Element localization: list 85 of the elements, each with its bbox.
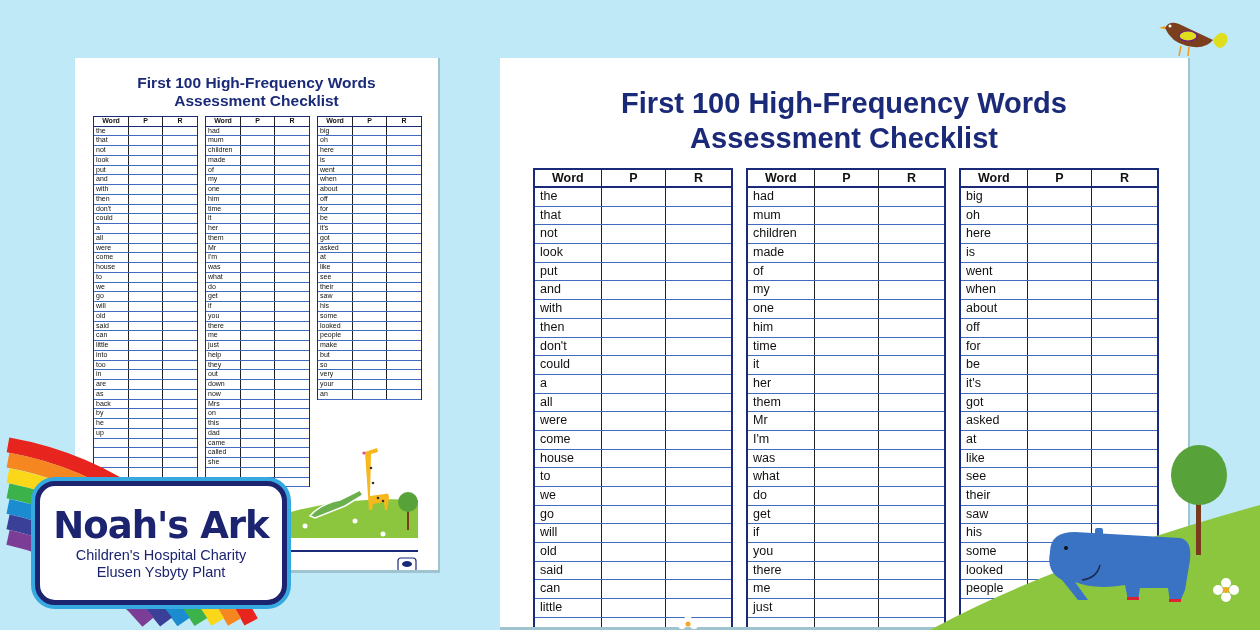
- table-cell: them: [748, 393, 815, 412]
- table-cell: saw: [961, 505, 1028, 524]
- table-cell: not: [535, 225, 602, 244]
- table-cell: got: [961, 393, 1028, 412]
- table-cell: and: [535, 281, 602, 300]
- table-cell: could: [535, 356, 602, 374]
- table-cell: you: [748, 543, 815, 561]
- table-cell: be: [961, 356, 1028, 374]
- table-cell: it: [748, 356, 815, 374]
- table-cell: a: [535, 374, 602, 393]
- sheet-title: Assessment Checklist: [689, 121, 999, 156]
- table-cell: oh: [961, 206, 1028, 225]
- table-cell: some: [961, 543, 1028, 561]
- table-cell: made: [748, 244, 815, 262]
- table-cell: at: [961, 430, 1028, 449]
- table-cell: old: [535, 543, 602, 561]
- logo-name: Noah's Ark: [53, 505, 269, 547]
- table-cell: will: [535, 524, 602, 543]
- sheet-title: First 100 High-Frequency Words: [620, 86, 1068, 121]
- logo-tagline: Children's Hospital Charity: [75, 547, 247, 564]
- column-header: P: [601, 170, 667, 187]
- flower-icon: [1213, 578, 1239, 602]
- table-cell: my: [748, 281, 815, 300]
- table-cell: there: [748, 561, 815, 580]
- table-cell: one: [748, 300, 815, 318]
- table-cell: what: [748, 468, 815, 486]
- table-cell: go: [535, 505, 602, 524]
- table-cell: their: [961, 487, 1028, 505]
- table-cell: said: [535, 561, 602, 580]
- column-header: R: [1119, 170, 1131, 187]
- table-cell: went: [961, 262, 1028, 281]
- table-cell: come: [535, 430, 602, 449]
- table-cell: do: [748, 487, 815, 505]
- table-cell: like: [961, 449, 1028, 468]
- sheet-title: First 100 High-Frequency Words: [136, 74, 377, 92]
- table-cell: we: [535, 487, 602, 505]
- table-cell: off: [961, 318, 1028, 337]
- table-cell: little: [535, 599, 602, 617]
- sheet-title: Assessment Checklist: [173, 92, 340, 110]
- table-cell: asked: [961, 412, 1028, 430]
- table-cell: him: [748, 318, 815, 337]
- table-cell: see: [961, 468, 1028, 486]
- table-cell: about: [961, 300, 1028, 318]
- table-cell: is: [961, 244, 1028, 262]
- table-cell: if: [748, 524, 815, 543]
- table-cell: his: [961, 524, 1028, 543]
- table-cell: looked: [961, 561, 1028, 580]
- column-header: P: [814, 170, 880, 187]
- table-cell: that: [535, 206, 602, 225]
- table-cell: don't: [535, 337, 602, 356]
- table-cell: for: [961, 337, 1028, 356]
- table-cell: I'm: [748, 430, 815, 449]
- table-cell: children: [748, 225, 815, 244]
- table-cell: house: [535, 449, 602, 468]
- table-cell: it's: [961, 374, 1028, 393]
- table-cell: when: [961, 281, 1028, 300]
- table-cell: was: [748, 449, 815, 468]
- table-cell: just: [748, 599, 815, 617]
- table-cell: with: [535, 300, 602, 318]
- table-cell: big: [961, 188, 1028, 206]
- table-cell: here: [961, 225, 1028, 244]
- table-cell: Mr: [748, 412, 815, 430]
- table-cell: can: [535, 580, 602, 599]
- table-cell: mum: [748, 206, 815, 225]
- table-cell: the: [535, 188, 602, 206]
- column-header: P: [1027, 170, 1093, 187]
- table-cell: get: [748, 505, 815, 524]
- table-cell: time: [748, 337, 815, 356]
- table-cell: to: [535, 468, 602, 486]
- table-cell: then: [535, 318, 602, 337]
- table-cell: put: [535, 262, 602, 281]
- table-cell: her: [748, 374, 815, 393]
- column-header: Word: [535, 170, 602, 187]
- table-cell: had: [748, 188, 815, 206]
- column-header: R: [906, 170, 918, 187]
- column-header: Word: [748, 170, 815, 187]
- table-cell: of: [748, 262, 815, 281]
- column-header: Word: [961, 170, 1028, 187]
- table-cell: were: [535, 412, 602, 430]
- table-cell: look: [535, 244, 602, 262]
- small-logo-icon: [397, 557, 417, 570]
- column-header: R: [693, 170, 705, 187]
- logo-tagline: Elusen Ysbyty Plant: [96, 564, 226, 581]
- table-cell: all: [535, 393, 602, 412]
- table-cell: me: [748, 580, 815, 599]
